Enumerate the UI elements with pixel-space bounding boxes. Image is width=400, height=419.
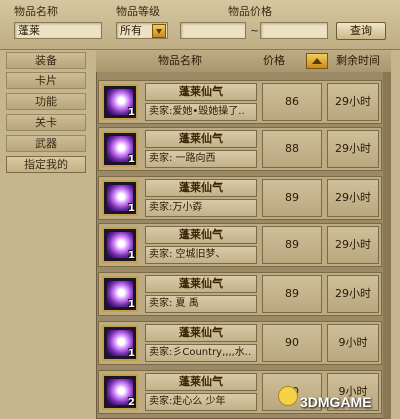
item-price: 86 (262, 83, 322, 121)
item-name: 蓬莱仙气 (145, 275, 257, 293)
item-name-label: 物品名称 (14, 5, 58, 18)
scrollbar[interactable] (383, 72, 391, 419)
sidebar-item-stage[interactable]: 关卡 (6, 114, 86, 131)
column-header-time[interactable]: 剩余时间 (330, 50, 386, 72)
seller-name: 卖家:走心么 少年 (145, 393, 257, 411)
item-price: 89 (262, 275, 322, 313)
seller-name: 卖家:彡Country,,,,水.. (145, 344, 257, 362)
sidebar-item-cards[interactable]: 卡片 (6, 72, 86, 89)
time-remaining: 29小时 (327, 179, 379, 217)
table-row[interactable]: 1 蓬莱仙气 卖家:彡Country,,,,水.. 90 9小时 (98, 321, 382, 365)
column-header-name[interactable]: 物品名称 (120, 50, 240, 72)
seller-name: 卖家: 夏 禹 (145, 295, 257, 313)
table-row[interactable]: 1 蓬莱仙气 卖家: 一路向西 88 29小时 (98, 127, 382, 171)
item-name: 蓬莱仙气 (145, 324, 257, 342)
item-icon[interactable]: 1 (102, 131, 138, 167)
item-count: 1 (128, 250, 135, 261)
item-name: 蓬莱仙气 (145, 373, 257, 391)
item-name: 蓬莱仙气 (145, 130, 257, 148)
table-row[interactable]: 1 蓬莱仙气 卖家:爱她•毁她操了.. 86 29小时 (98, 80, 382, 124)
item-icon[interactable]: 1 (102, 180, 138, 216)
sort-ascending-icon[interactable] (306, 53, 328, 69)
item-level-select[interactable]: 所有 (116, 22, 168, 39)
price-range-separator: ~ (250, 24, 260, 37)
item-icon[interactable]: 1 (102, 227, 138, 263)
seller-name: 卖家:万小孬 (145, 199, 257, 217)
price-max-input[interactable] (260, 22, 328, 39)
watermark-text: 3DMGAME (300, 394, 372, 410)
sidebar-item-weapon[interactable]: 武器 (6, 135, 86, 152)
item-count: 1 (128, 203, 135, 214)
item-name: 蓬莱仙气 (145, 83, 257, 101)
item-price: 89 (262, 179, 322, 217)
seller-name: 卖家:爱她•毁她操了.. (145, 103, 257, 121)
item-price-label: 物品价格 (228, 5, 272, 18)
sidebar-item-mine[interactable]: 指定我的 (6, 156, 86, 173)
table-row[interactable]: 1 蓬莱仙气 卖家:万小孬 89 29小时 (98, 176, 382, 220)
item-icon[interactable]: 1 (102, 84, 138, 120)
item-count: 1 (128, 154, 135, 165)
item-icon[interactable]: 1 (102, 276, 138, 312)
item-count: 1 (128, 107, 135, 118)
seller-name: 卖家: 一路向西 (145, 150, 257, 168)
item-price: 90 (262, 324, 322, 362)
item-icon[interactable]: 2 (102, 374, 138, 410)
item-level-value: 所有 (120, 24, 142, 37)
query-button[interactable]: 查询 (336, 22, 386, 40)
item-name: 蓬莱仙气 (145, 226, 257, 244)
table-row[interactable]: 1 蓬莱仙气 卖家: 空城旧梦、 89 29小时 (98, 223, 382, 267)
item-name-input[interactable]: 蓬莱 (14, 22, 102, 39)
chevron-down-icon[interactable] (152, 24, 166, 38)
sidebar-item-equipment[interactable]: 装备 (6, 52, 86, 69)
item-count: 1 (128, 299, 135, 310)
item-price: 89 (262, 226, 322, 264)
price-min-input[interactable] (180, 22, 246, 39)
time-remaining: 29小时 (327, 275, 379, 313)
column-header-price[interactable]: 价格 (244, 50, 304, 72)
item-count: 2 (128, 397, 135, 408)
seller-name: 卖家: 空城旧梦、 (145, 246, 257, 264)
item-name: 蓬莱仙气 (145, 179, 257, 197)
item-level-label: 物品等级 (116, 5, 160, 18)
sidebar-item-function[interactable]: 功能 (6, 93, 86, 110)
item-icon[interactable]: 1 (102, 325, 138, 361)
item-price: 88 (262, 130, 322, 168)
time-remaining: 29小时 (327, 226, 379, 264)
table-row[interactable]: 1 蓬莱仙气 卖家: 夏 禹 89 29小时 (98, 272, 382, 316)
time-remaining: 29小时 (327, 83, 379, 121)
time-remaining: 9小时 (327, 324, 379, 362)
time-remaining: 29小时 (327, 130, 379, 168)
watermark-mascot-icon (278, 386, 298, 406)
item-count: 1 (128, 348, 135, 359)
